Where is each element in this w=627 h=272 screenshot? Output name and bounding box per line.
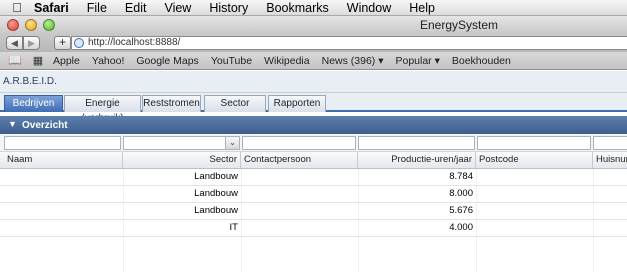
cell-contactpersoon — [241, 169, 358, 185]
grid-icon[interactable]: ▦ — [30, 55, 46, 67]
column-huisnummer[interactable]: Huisnur — [593, 152, 627, 168]
cell-postcode — [476, 169, 593, 185]
filter-huisnummer-input[interactable] — [593, 136, 627, 150]
chevron-down-icon[interactable]: ▼ — [8, 119, 17, 129]
tab-reststromen[interactable]: Reststromen — [142, 95, 201, 112]
cell-contactpersoon — [241, 186, 358, 202]
minimize-window-button[interactable] — [25, 19, 37, 31]
column-postcode[interactable]: Postcode — [476, 152, 593, 168]
zoom-window-button[interactable] — [43, 19, 55, 31]
address-bar[interactable]: http://localhost:8888/ — [71, 36, 627, 50]
cell-productie: 8.000 — [449, 188, 473, 199]
menu-edit[interactable]: Edit — [125, 1, 147, 15]
cell-naam — [4, 169, 123, 185]
cell-naam — [4, 220, 123, 236]
tab-bar: Bedrijven Energie (verbruik) Reststromen… — [0, 93, 627, 124]
menu-window[interactable]: Window — [347, 1, 391, 15]
tab-energie-verbruik[interactable]: Energie (verbruik) — [64, 95, 141, 124]
table-header: Naam Sector Contactpersoon Productie-ure… — [0, 152, 627, 169]
menu-bookmarks[interactable]: Bookmarks — [266, 1, 329, 15]
address-url[interactable]: http://localhost:8888/ — [88, 37, 288, 49]
menu-app-safari[interactable]: Safari — [34, 1, 69, 15]
forward-button[interactable]: ▶ — [23, 36, 40, 50]
bookmark-popular[interactable]: Popular ▾ — [395, 55, 439, 67]
tab-bedrijven[interactable]: Bedrijven — [4, 95, 63, 112]
filter-row: ⌄ — [0, 134, 627, 152]
cell-postcode — [476, 203, 593, 219]
bookmark-wikipedia[interactable]: Wikipedia — [264, 55, 310, 67]
globe-icon — [74, 38, 84, 48]
cell-productie: 4.000 — [449, 222, 473, 233]
menu-file[interactable]: File — [87, 1, 107, 15]
filter-naam-input[interactable] — [4, 136, 121, 150]
cell-naam — [4, 203, 123, 219]
cell-sector: IT — [229, 222, 238, 233]
bookmarks-bar: 📖 ▦ Apple Yahoo! Google Maps YouTube Wik… — [0, 52, 627, 70]
cell-sector: Landbouw — [194, 188, 238, 199]
dropdown-arrow-icon[interactable]: ⌄ — [225, 137, 239, 149]
bookmark-apple[interactable]: Apple — [53, 55, 80, 67]
back-button[interactable]: ◀ — [6, 36, 23, 50]
bookmark-yahoo[interactable]: Yahoo! — [92, 55, 125, 67]
cell-postcode — [476, 220, 593, 236]
cell-sector: Landbouw — [194, 205, 238, 216]
column-naam[interactable]: Naam — [4, 152, 123, 168]
table-body: Landbouw 8.784 Landbouw 8.000 Landbouw 5… — [0, 169, 627, 237]
window-titlebar: EnergySystem — [0, 16, 627, 34]
panel-header[interactable]: ▼ Overzicht — [0, 116, 627, 134]
column-sector[interactable]: Sector — [123, 152, 241, 168]
cell-naam — [4, 186, 123, 202]
add-bookmark-button[interactable]: + — [54, 36, 71, 50]
cell-productie: 5.676 — [449, 205, 473, 216]
browser-toolbar: ◀ ▶ + http://localhost:8888/ — [0, 34, 627, 52]
cell-productie: 8.784 — [449, 171, 473, 182]
tab-rapporten[interactable]: Rapporten — [268, 95, 326, 112]
bookmark-youtube[interactable]: YouTube — [211, 55, 252, 67]
mac-menubar:  Safari File Edit View History Bookmark… — [0, 0, 627, 16]
filter-sector-select[interactable]: ⌄ — [123, 136, 240, 150]
table-row[interactable]: Landbouw 8.000 — [0, 186, 627, 203]
filter-productie-input[interactable] — [358, 136, 475, 150]
close-window-button[interactable] — [7, 19, 19, 31]
cell-contactpersoon — [241, 220, 358, 236]
cell-postcode — [476, 186, 593, 202]
bookmark-news[interactable]: News (396) ▾ — [322, 55, 384, 67]
menu-history[interactable]: History — [209, 1, 248, 15]
window-title: EnergySystem — [420, 18, 499, 32]
column-productie-uren[interactable]: Productie-uren/jaar — [358, 152, 476, 168]
filter-postcode-input[interactable] — [477, 136, 591, 150]
menu-view[interactable]: View — [164, 1, 191, 15]
column-contactpersoon[interactable]: Contactpersoon — [241, 152, 358, 168]
tab-sector[interactable]: Sector — [204, 95, 266, 112]
cell-sector: Landbouw — [194, 171, 238, 182]
bookmark-google-maps[interactable]: Google Maps — [136, 55, 198, 67]
app-brand: A.R.B.E.I.D. — [3, 76, 57, 87]
menu-help[interactable]: Help — [409, 1, 435, 15]
app-header: A.R.B.E.I.D. — [0, 71, 627, 93]
cell-contactpersoon — [241, 203, 358, 219]
table-row[interactable]: IT 4.000 — [0, 220, 627, 237]
table-row[interactable]: Landbouw 5.676 — [0, 203, 627, 220]
filter-contactpersoon-input[interactable] — [242, 136, 356, 150]
apple-icon[interactable]:  — [0, 0, 34, 15]
book-icon[interactable]: 📖 — [7, 55, 23, 67]
bookmark-boekhouden[interactable]: Boekhouden — [452, 55, 511, 67]
table-row[interactable]: Landbouw 8.784 — [0, 169, 627, 186]
panel-title: Overzicht — [22, 120, 68, 131]
